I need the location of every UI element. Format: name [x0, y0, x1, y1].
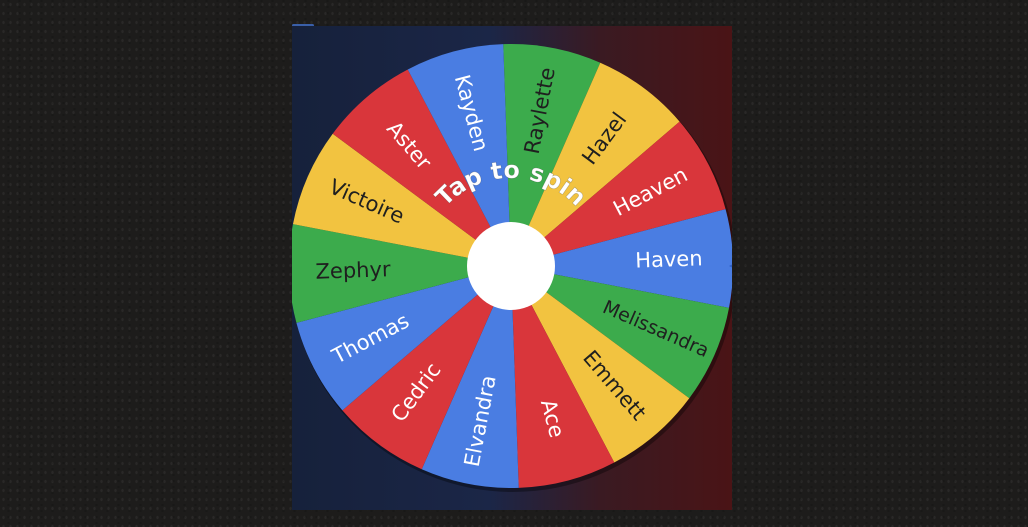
segment-label: Zephyr	[315, 257, 391, 284]
wheel-hub[interactable]	[467, 222, 555, 310]
spin-wheel[interactable]: Raylette HazelHeavenHavenMelissandraEmmet…	[292, 26, 732, 510]
wheel-frame: Raylette Hazel Heaven Haven Melissandra Emmet…	[292, 26, 732, 510]
segment-label: Haven	[635, 246, 703, 272]
